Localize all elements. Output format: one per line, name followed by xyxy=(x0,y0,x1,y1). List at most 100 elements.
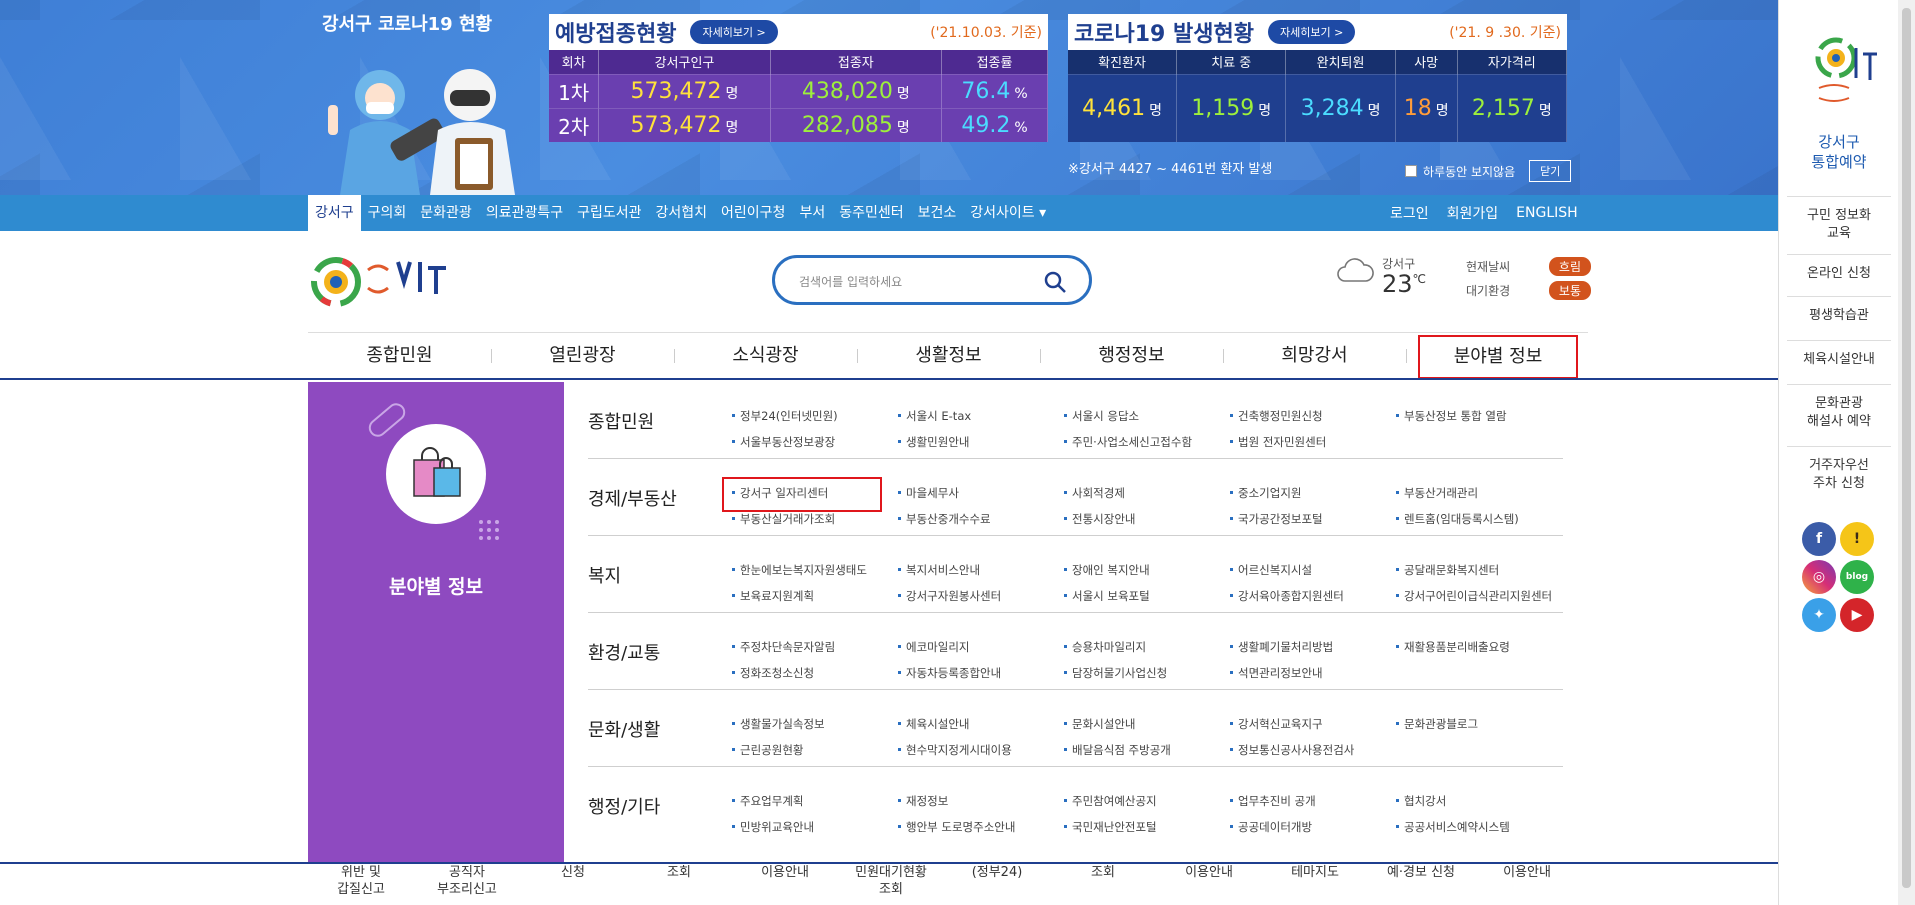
menu-link[interactable]: 전통시장안내 xyxy=(1062,509,1228,529)
gnb-link[interactable]: 어린이구청 xyxy=(714,195,792,231)
gnb-link[interactable]: 의료관광특구 xyxy=(479,195,570,231)
integrated-reservation-link[interactable]: 강서구 통합예약 xyxy=(1779,132,1899,172)
covid-more-button[interactable]: 자세히보기 > xyxy=(1267,20,1356,44)
menu-link[interactable]: 공달래문화복지센터 xyxy=(1394,560,1560,580)
twitter-icon[interactable]: ✦ xyxy=(1802,598,1836,632)
menu-link[interactable]: 국가공간정보포털 xyxy=(1228,509,1394,529)
menu-link[interactable]: 공공데이터개방 xyxy=(1228,817,1394,837)
menu-link[interactable]: 생활폐기물처리방법 xyxy=(1228,637,1394,657)
main-nav-item[interactable]: 생활정보 xyxy=(857,333,1040,379)
menu-link[interactable]: 어르신복지시설 xyxy=(1228,560,1394,580)
facebook-icon[interactable]: f xyxy=(1802,522,1836,556)
quick-item[interactable]: 평생학습관 xyxy=(1787,296,1891,336)
vaccination-more-button[interactable]: 자세히보기 > xyxy=(690,20,778,44)
menu-link[interactable]: 국민재난안전포털 xyxy=(1062,817,1228,837)
menu-link[interactable]: 서울시 응답소 xyxy=(1062,406,1228,426)
main-nav-item[interactable]: 소식광장 xyxy=(674,333,857,379)
gnb-link[interactable]: 문화관광 xyxy=(413,195,479,231)
signup-link[interactable]: 회원가입 xyxy=(1447,203,1499,223)
gnb-link[interactable]: 보건소 xyxy=(911,195,964,231)
menu-link[interactable]: 부동산실거래가조회 xyxy=(730,509,896,529)
kakao-story-icon[interactable]: ! xyxy=(1840,522,1874,556)
quick-item[interactable]: 구민 정보화 교육 xyxy=(1787,196,1891,244)
menu-link[interactable]: 현수막지정게시대이용 xyxy=(896,740,1062,760)
service-link[interactable]: (정부24) xyxy=(944,864,1050,881)
quick-logo[interactable] xyxy=(1811,28,1881,113)
menu-link[interactable]: 강서육아종합지원센터 xyxy=(1228,586,1394,606)
gnb-link[interactable]: 부서 xyxy=(792,195,832,231)
menu-link[interactable]: 마을세무사 xyxy=(896,483,1062,503)
menu-link[interactable]: 주민참여예산공지 xyxy=(1062,791,1228,811)
close-banner-button[interactable]: 닫기 xyxy=(1529,160,1572,182)
gnb-link[interactable]: 강서구 xyxy=(308,195,361,231)
menu-link[interactable]: 건축행정민원신청 xyxy=(1228,406,1394,426)
menu-link[interactable]: 서울시 보육포털 xyxy=(1062,586,1228,606)
menu-link[interactable]: 에코마일리지 xyxy=(896,637,1062,657)
menu-link[interactable]: 정부24(인터넷민원) xyxy=(730,406,896,426)
english-link[interactable]: ENGLISH xyxy=(1516,205,1578,221)
menu-link[interactable]: 생활물가실속정보 xyxy=(730,714,896,734)
service-link[interactable]: 이용안내 xyxy=(1156,864,1262,881)
dismiss-checkbox[interactable] xyxy=(1405,165,1417,177)
gnb-link[interactable]: 동주민센터 xyxy=(832,195,910,231)
quick-item[interactable]: 체육시설안내 xyxy=(1787,340,1891,380)
menu-link[interactable]: 중소기업지원 xyxy=(1228,483,1394,503)
service-link[interactable]: 이용안내 xyxy=(732,864,838,881)
search-icon[interactable] xyxy=(1043,270,1067,294)
menu-link[interactable]: 행안부 도로명주소안내 xyxy=(896,817,1062,837)
gnb-link[interactable]: 구의회 xyxy=(361,195,414,231)
menu-link[interactable]: 재활용품분리배출요령 xyxy=(1394,637,1560,657)
youtube-icon[interactable]: ▶ xyxy=(1840,598,1874,632)
menu-link[interactable]: 부동산거래관리 xyxy=(1394,483,1560,503)
menu-link[interactable]: 업무추진비 공개 xyxy=(1228,791,1394,811)
menu-link[interactable]: 체육시설안내 xyxy=(896,714,1062,734)
dismiss-label[interactable]: 하루동안 보지않음 xyxy=(1423,163,1515,180)
main-nav-item[interactable]: 희망강서 xyxy=(1223,333,1406,379)
menu-link[interactable]: 정화조청소신청 xyxy=(730,663,896,683)
menu-link[interactable]: 생활민원안내 xyxy=(896,432,1062,452)
menu-link[interactable]: 주요업무계획 xyxy=(730,791,896,811)
menu-link[interactable]: 부동산정보 통합 열람 xyxy=(1394,406,1560,426)
menu-link[interactable]: 승용차마일리지 xyxy=(1062,637,1228,657)
menu-link[interactable]: 주민·사업소세신고접수함 xyxy=(1062,432,1228,452)
gnb-dropdown[interactable]: 강서사이트 ▾ xyxy=(963,195,1053,231)
menu-link[interactable]: 사회적경제 xyxy=(1062,483,1228,503)
service-link[interactable]: 이용안내 xyxy=(1474,864,1580,881)
menu-link[interactable]: 주정차단속문자알림 xyxy=(730,637,896,657)
service-link[interactable]: 테마지도 xyxy=(1262,864,1368,881)
blog-icon[interactable]: blog xyxy=(1840,560,1874,594)
menu-link[interactable]: 자동차등록종합안내 xyxy=(896,663,1062,683)
menu-link[interactable]: 정보통신공사사용전검사 xyxy=(1228,740,1394,760)
menu-link[interactable]: 공공서비스예약시스템 xyxy=(1394,817,1560,837)
service-link[interactable]: 신청 xyxy=(520,864,626,881)
service-link[interactable]: 예·경보 신청 xyxy=(1368,864,1474,881)
quick-item[interactable]: 온라인 신청 xyxy=(1787,254,1891,294)
login-link[interactable]: 로그인 xyxy=(1390,203,1429,223)
menu-link[interactable]: 협치강서 xyxy=(1394,791,1560,811)
menu-link[interactable]: 강서구자원봉사센터 xyxy=(896,586,1062,606)
gnb-link[interactable]: 강서협치 xyxy=(649,195,715,231)
gnb-link[interactable]: 구립도서관 xyxy=(570,195,648,231)
menu-link[interactable]: 재정정보 xyxy=(896,791,1062,811)
menu-link[interactable]: 서울시 E-tax xyxy=(896,406,1062,426)
site-logo[interactable] xyxy=(308,250,478,310)
service-link[interactable]: 조회 xyxy=(626,864,732,881)
menu-link[interactable]: 석면관리정보안내 xyxy=(1228,663,1394,683)
main-nav-item-selected[interactable]: 분야별 정보 xyxy=(1418,335,1578,379)
service-link[interactable]: 민원대기현황 조회 xyxy=(838,864,944,898)
scrollbar-thumb[interactable] xyxy=(1902,8,1911,888)
search-input[interactable]: 검색어를 입력하세요 xyxy=(799,273,902,290)
page-scrollbar[interactable] xyxy=(1898,0,1915,905)
quick-item[interactable]: 거주자우선 주차 신청 xyxy=(1787,446,1891,498)
menu-link[interactable]: 배달음식점 주방공개 xyxy=(1062,740,1228,760)
menu-link[interactable]: 보육료지원계획 xyxy=(730,586,896,606)
menu-link[interactable]: 법원 전자민원센터 xyxy=(1228,432,1394,452)
service-link[interactable]: 조회 xyxy=(1050,864,1156,881)
main-nav-item[interactable]: 행정정보 xyxy=(1040,333,1223,379)
menu-link[interactable]: 강서구어린이급식관리지원센터 xyxy=(1394,586,1560,606)
service-link[interactable]: 위반 및 갑질신고 xyxy=(308,864,414,898)
menu-link[interactable]: 담장허물기사업신청 xyxy=(1062,663,1228,683)
menu-link[interactable]: 장애인 복지안내 xyxy=(1062,560,1228,580)
quick-item[interactable]: 문화관광 해설사 예약 xyxy=(1787,384,1891,436)
menu-link[interactable]: 문화시설안내 xyxy=(1062,714,1228,734)
